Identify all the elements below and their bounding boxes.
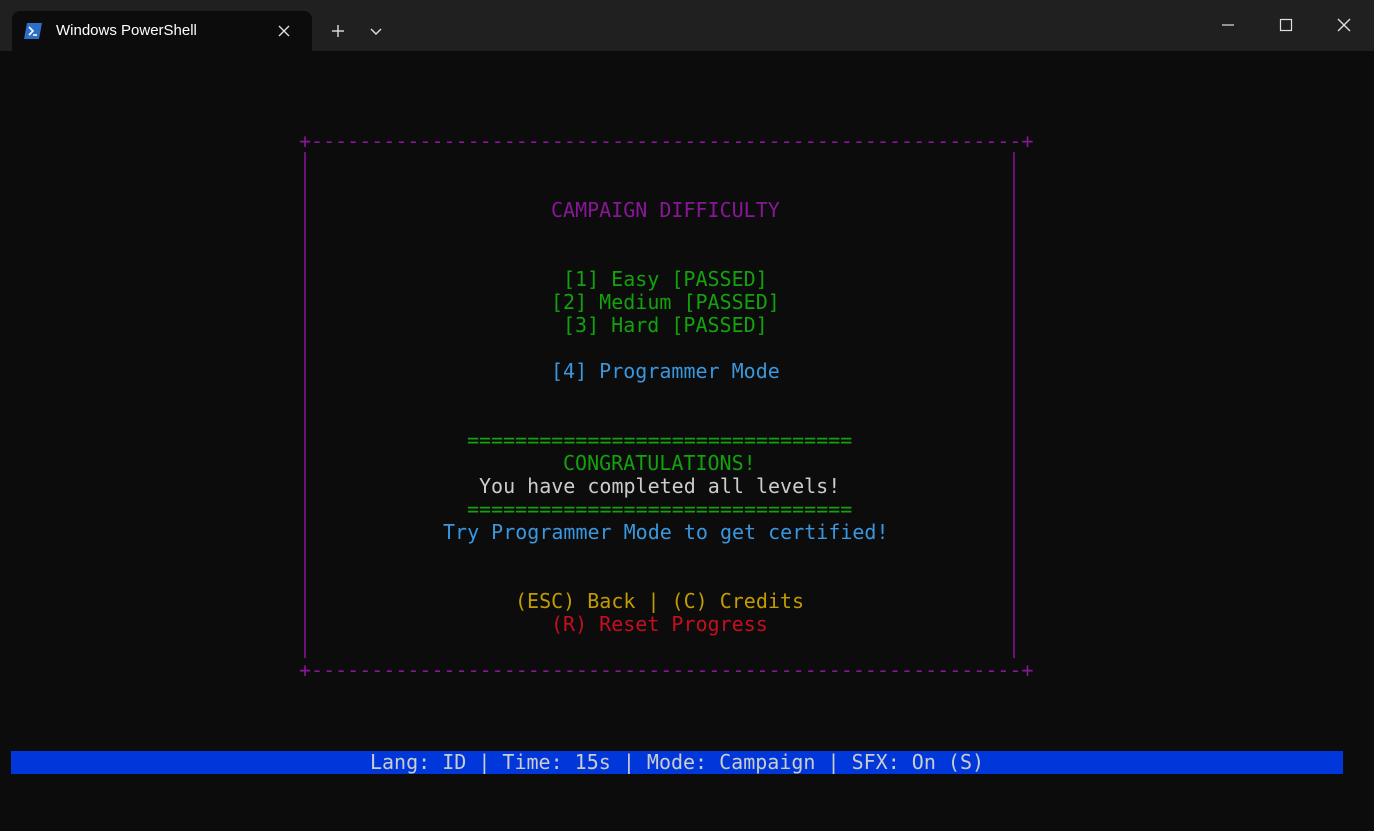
status-text: Lang: ID | Time: 15s | Mode: Campaign | … xyxy=(369,750,985,774)
powershell-icon xyxy=(24,23,42,39)
title-bar: Windows PowerShell xyxy=(0,0,1374,51)
tab-powershell[interactable]: Windows PowerShell xyxy=(12,11,312,51)
close-icon[interactable] xyxy=(276,23,292,39)
tab-title: Windows PowerShell xyxy=(56,22,197,39)
option-hard[interactable]: [3] Hard [PASSED] xyxy=(563,314,768,337)
congrats-message: You have completed all levels! xyxy=(479,474,841,498)
option-medium[interactable]: [2] Medium [PASSED] xyxy=(551,291,780,314)
frame-bottom-border: +---------------------------------------… xyxy=(299,658,1034,682)
status-bar: Lang: ID | Time: 15s | Mode: Campaign | … xyxy=(11,751,1343,774)
plus-icon[interactable] xyxy=(326,20,350,42)
option-easy[interactable]: [1] Easy [PASSED] xyxy=(563,268,768,291)
congrats-heading: CONGRATULATIONS! xyxy=(563,451,756,475)
terminal-content[interactable]: +---------------------------------------… xyxy=(0,51,1374,831)
programmer-mode-hint: Try Programmer Mode to get certified! xyxy=(443,520,889,544)
terminal-window: Windows PowerShell +--------------------… xyxy=(0,0,1374,831)
divider-top: ================================ xyxy=(467,428,853,452)
close-icon[interactable] xyxy=(1315,0,1373,51)
chevron-down-icon[interactable] xyxy=(364,20,388,42)
nav-reset-progress[interactable]: (R) Reset Progress xyxy=(551,613,768,636)
divider-bottom: ================================ xyxy=(467,497,853,521)
nav-back-credits[interactable]: (ESC) Back | (C) Credits xyxy=(515,590,804,613)
maximize-icon[interactable] xyxy=(1257,0,1315,51)
option-programmer-mode[interactable]: [4] Programmer Mode xyxy=(551,360,780,383)
menu-title: CAMPAIGN DIFFICULTY xyxy=(551,198,780,222)
minimize-icon[interactable] xyxy=(1199,0,1257,51)
